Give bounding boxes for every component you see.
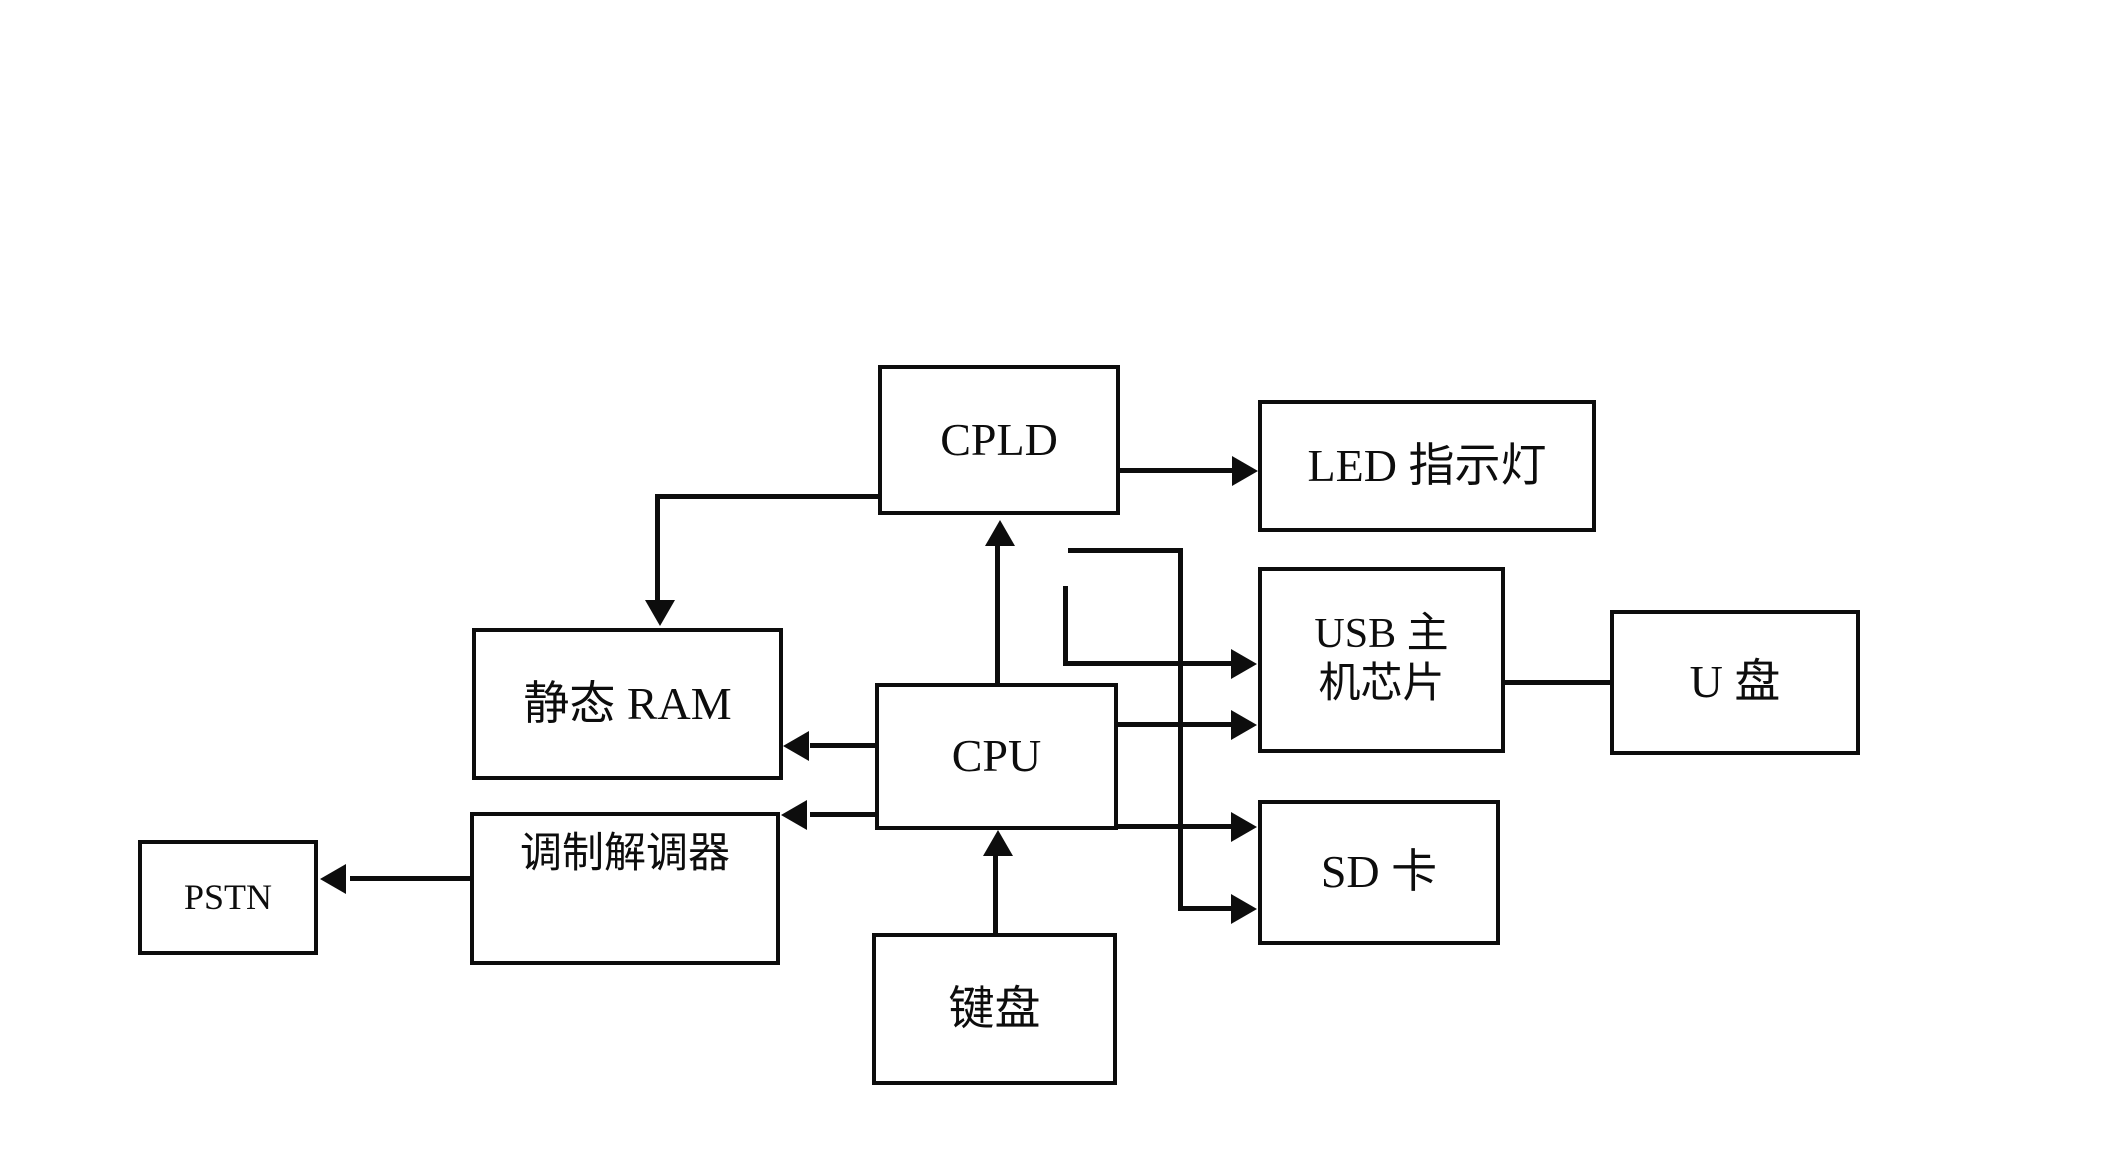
arrowhead-cpld-to-led: [1232, 456, 1258, 486]
node-pstn[interactable]: PSTN: [138, 840, 318, 955]
wire-bus-to-usb-upper: [1063, 661, 1231, 666]
arrowhead-modem-to-pstn: [320, 864, 346, 894]
arrowhead-cpu-to-usb: [1231, 710, 1257, 740]
wire-modem-to-pstn: [350, 876, 472, 881]
arrowhead-bus-to-usb-upper: [1231, 649, 1257, 679]
wire-cpu-to-usb: [1114, 722, 1232, 727]
node-usb-host-chip[interactable]: USB 主 机芯片: [1258, 567, 1505, 753]
wire-cpld-to-led: [1120, 468, 1232, 473]
wire-bus-top-stub: [1068, 548, 1183, 553]
node-cpld-label: CPLD: [940, 413, 1058, 465]
arrowhead-keyboard-to-cpu: [983, 830, 1013, 856]
arrowhead-cpu-to-modem: [781, 800, 807, 830]
arrowhead-cpu-to-sram: [783, 731, 809, 761]
block-diagram-canvas: CPLD LED 指示灯 静态 RAM CPU USB 主 机芯片 U 盘 SD…: [0, 0, 2104, 1176]
node-keyboard[interactable]: 键盘: [872, 933, 1117, 1085]
node-cpu-label: CPU: [951, 730, 1042, 782]
wire-bus-to-sd-lower: [1178, 906, 1233, 911]
arrowhead-cpu-to-sd: [1231, 812, 1257, 842]
arrowhead-cpu-to-cpld: [985, 520, 1015, 546]
node-static-ram-label: 静态 RAM: [523, 677, 732, 729]
wire-bus-secondary-vertical: [1063, 586, 1068, 666]
node-cpld[interactable]: CPLD: [878, 365, 1120, 515]
wire-usb-to-udisk: [1503, 680, 1613, 685]
wire-cpld-to-sram-vertical: [655, 494, 660, 602]
node-sd-card-label: SD 卡: [1320, 846, 1438, 898]
arrowhead-bus-to-sd-lower: [1231, 894, 1257, 924]
node-led-indicator-label: LED 指示灯: [1307, 439, 1547, 491]
wire-cpu-to-sram: [810, 743, 880, 748]
wire-keyboard-to-cpu: [993, 856, 998, 936]
node-keyboard-label: 键盘: [948, 982, 1041, 1034]
node-pstn-label: PSTN: [183, 877, 273, 918]
node-cpu[interactable]: CPU: [875, 683, 1118, 830]
wire-cpu-to-sd: [1114, 824, 1232, 829]
wire-bus-vertical: [1178, 548, 1183, 911]
node-u-disk-label: U 盘: [1689, 656, 1781, 708]
wire-cpld-to-sram-horizontal: [655, 494, 880, 499]
node-static-ram[interactable]: 静态 RAM: [472, 628, 783, 780]
arrowhead-cpld-to-sram: [645, 600, 675, 626]
node-u-disk[interactable]: U 盘: [1610, 610, 1860, 755]
wire-cpu-to-modem: [810, 812, 880, 817]
wire-cpu-to-cpld: [995, 546, 1000, 686]
node-modem[interactable]: 调制解调器: [470, 812, 780, 965]
node-sd-card[interactable]: SD 卡: [1258, 800, 1500, 945]
node-modem-label: 调制解调器: [519, 831, 730, 877]
node-usb-host-chip-label: USB 主 机芯片: [1314, 611, 1449, 707]
node-led-indicator[interactable]: LED 指示灯: [1258, 400, 1596, 532]
